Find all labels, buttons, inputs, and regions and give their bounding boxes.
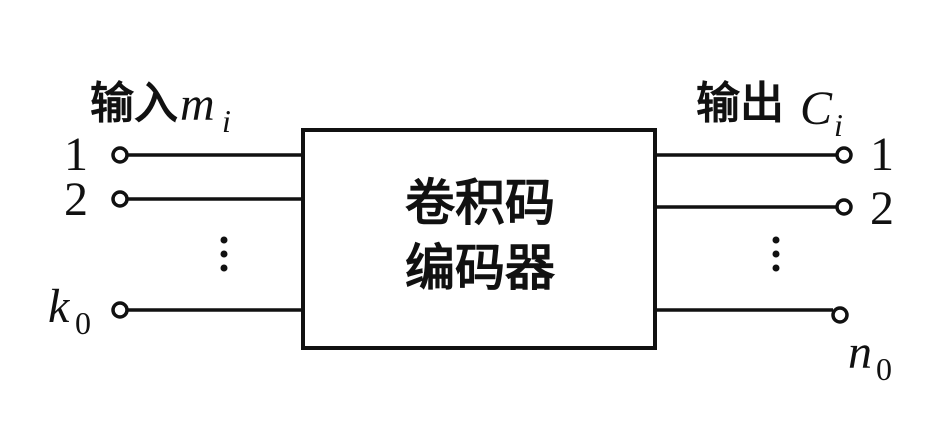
input-port-2-terminal — [111, 190, 129, 208]
encoder-label-line2: 编码器 — [405, 239, 556, 297]
encoder-label-line1: 卷积码 — [405, 174, 555, 232]
input-header: 输入 m i — [90, 78, 231, 139]
input-symbol: m — [180, 78, 215, 131]
input-port-1: 1 — [64, 128, 303, 181]
input-port-k0-subscript: 0 — [75, 305, 91, 341]
output-port-1-label: 1 — [870, 128, 894, 181]
convolutional-encoder-diagram: 卷积码 编码器 输入 m i 1 2 k 0 输出 C i 1 2 n 0 — [48, 78, 894, 387]
output-port-n0-label: n — [848, 326, 872, 379]
output-port-n0-subscript: 0 — [876, 351, 892, 387]
output-port-2-label: 2 — [870, 182, 894, 235]
input-port-k0-label: k — [48, 280, 71, 333]
input-port-2-label: 2 — [64, 173, 88, 226]
input-subscript: i — [222, 103, 231, 139]
input-port-2: 2 — [64, 173, 303, 226]
input-port-k0-terminal — [111, 301, 129, 319]
input-port-k0: k 0 — [48, 280, 303, 341]
input-label: 输入 — [90, 78, 178, 129]
output-header: 输出 C i — [696, 78, 843, 143]
output-label: 输出 — [696, 78, 784, 129]
output-port-n0-terminal — [831, 306, 849, 324]
output-symbol: C — [800, 82, 833, 135]
output-port-1: 1 — [655, 128, 894, 181]
output-port-n0: n 0 — [655, 306, 892, 387]
output-ellipsis — [772, 236, 780, 272]
output-port-2: 2 — [655, 182, 894, 235]
output-port-1-terminal — [835, 146, 853, 164]
input-ellipsis — [220, 236, 228, 272]
output-port-2-terminal — [835, 198, 853, 216]
input-port-1-terminal — [111, 146, 129, 164]
output-subscript: i — [834, 107, 843, 143]
